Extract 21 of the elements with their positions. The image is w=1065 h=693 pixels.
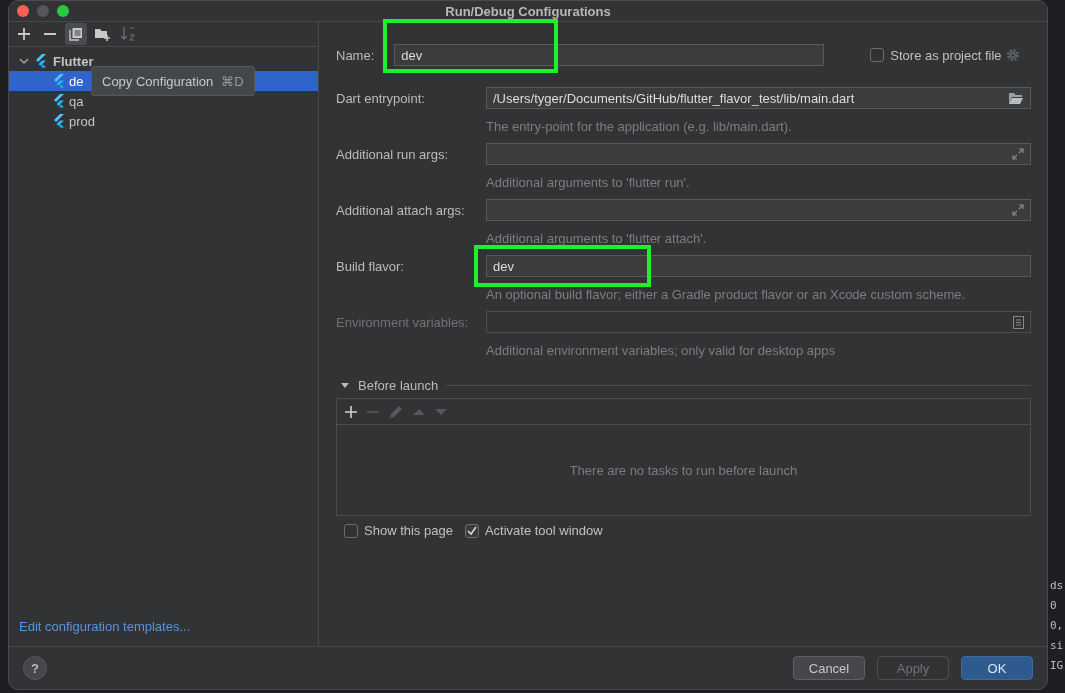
empty-message: There are no tasks to run before launch — [569, 462, 798, 478]
field-label: Name: — [336, 47, 375, 63]
code-line: 0, — [1050, 618, 1064, 634]
hint-text: Additional environment variables; only valid for desktop apps — [486, 341, 837, 360]
field-label: Dart entrypoint: — [336, 89, 426, 108]
field-label: Build flavor: — [336, 257, 405, 276]
code-line: si — [1050, 638, 1064, 654]
window-title: Run/Debug Configurations — [445, 3, 611, 19]
code-line: IG — [1050, 658, 1064, 674]
shortcut-text: ⌘D — [221, 73, 244, 89]
tooltip-text: Copy Configuration — [102, 73, 214, 89]
field-label: Additional run args: — [336, 145, 449, 164]
code-line: ds — [1050, 578, 1064, 594]
hint-text: An optional build flavor; either a Gradle product flavor or an Xcode custom scheme. — [486, 285, 967, 304]
field-label: Environment variables: — [336, 313, 470, 332]
section-title: Before launch — [358, 377, 439, 393]
field-label: Additional attach args: — [336, 201, 466, 220]
hint-text: Additional arguments to 'flutter attach'. — [486, 229, 708, 248]
hint-text: The entry-point for the application (e.g. lib/main.dart). — [486, 117, 793, 136]
hint-text: Additional arguments to 'flutter run'. — [486, 173, 691, 192]
code-line: 0 — [1050, 598, 1057, 614]
